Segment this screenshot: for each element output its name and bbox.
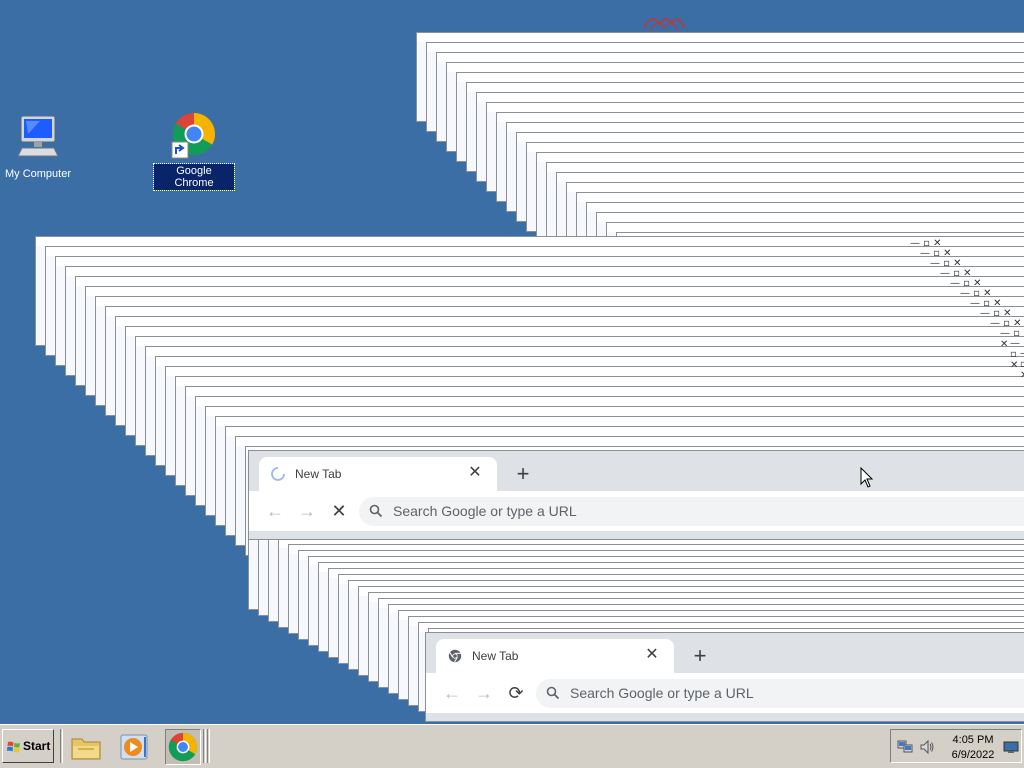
omnibox-placeholder: Search Google or type a URL — [570, 685, 754, 701]
omnibox[interactable]: Search Google or type a URL — [359, 497, 1024, 526]
tab-title: New Tab — [295, 467, 342, 481]
forward-button[interactable]: → — [295, 499, 319, 523]
chrome-icon[interactable] — [165, 729, 201, 765]
tab-strip: New Tab ✕ + — [249, 451, 1024, 491]
back-button[interactable]: ← — [440, 681, 464, 705]
my-computer-icon — [14, 112, 62, 160]
clock-date: 6/9/2022 — [951, 749, 995, 761]
taskbar: Start 4:05 PM 6/9/2022 — [0, 724, 1024, 768]
system-tray: 4:05 PM 6/9/2022 — [890, 729, 1022, 763]
media-player-icon[interactable] — [118, 731, 150, 763]
show-desktop-icon[interactable] — [1003, 739, 1019, 755]
network-icon[interactable] — [897, 739, 913, 755]
search-icon — [546, 686, 560, 700]
browser-window-loading[interactable]: New Tab ✕ + ← → ✕ Search Google or type … — [248, 450, 1024, 540]
mouse-cursor-icon — [860, 466, 874, 489]
back-button[interactable]: ← — [263, 499, 287, 523]
stop-button[interactable]: ✕ — [327, 499, 351, 523]
toolbar: ← → ✕ Search Google or type a URL — [249, 491, 1024, 531]
tab-strip: New Tab ✕ + — [426, 633, 1024, 673]
windows-logo-icon — [7, 740, 21, 754]
desktop-icon-my-computer[interactable]: My Computer — [0, 112, 78, 182]
clock[interactable]: 4:05 PM 6/9/2022 — [941, 733, 1005, 763]
tab-new-tab[interactable]: New Tab ✕ — [259, 457, 497, 491]
chrome-favicon-icon — [448, 649, 462, 663]
forward-button[interactable]: → — [472, 681, 496, 705]
reload-button[interactable]: ⟳ — [504, 681, 528, 705]
start-label: Start — [23, 739, 51, 753]
taskbar-separator — [60, 729, 63, 763]
tab-title: New Tab — [472, 649, 519, 663]
new-tab-button[interactable]: + — [509, 460, 537, 488]
tab-close-button[interactable]: ✕ — [465, 463, 485, 483]
omnibox[interactable]: Search Google or type a URL — [536, 679, 1024, 708]
desktop-icon-google-chrome[interactable]: Google Chrome — [153, 112, 235, 191]
start-button[interactable]: Start — [2, 729, 54, 763]
chrome-icon — [170, 112, 218, 160]
desktop[interactable]: My Computer Google Chrome — ▫ ✕ — ▫ ✕ — … — [0, 0, 1024, 724]
loading-spinner-icon — [271, 467, 285, 481]
tab-close-button[interactable]: ✕ — [642, 645, 662, 665]
new-tab-button[interactable]: + — [686, 642, 714, 670]
taskbar-separator — [207, 729, 210, 763]
toolbar: ← → ⟳ Search Google or type a URL — [426, 673, 1024, 713]
search-icon — [369, 504, 383, 518]
tab-new-tab[interactable]: New Tab ✕ — [436, 639, 674, 673]
omnibox-placeholder: Search Google or type a URL — [393, 503, 577, 519]
browser-window-new-tab[interactable]: New Tab ✕ + ← → ⟳ Search Google or type … — [425, 632, 1024, 722]
clock-time: 4:05 PM — [952, 734, 994, 746]
window-controls-remnant: — ▫ ✕ — [1020, 348, 1024, 381]
taskbar-separator — [203, 729, 206, 763]
desktop-icon-label: Google Chrome — [153, 163, 235, 191]
render-artifact — [640, 10, 686, 32]
volume-icon[interactable] — [919, 739, 935, 755]
desktop-icon-label: My Computer — [4, 168, 72, 180]
file-explorer-icon[interactable] — [70, 731, 102, 763]
